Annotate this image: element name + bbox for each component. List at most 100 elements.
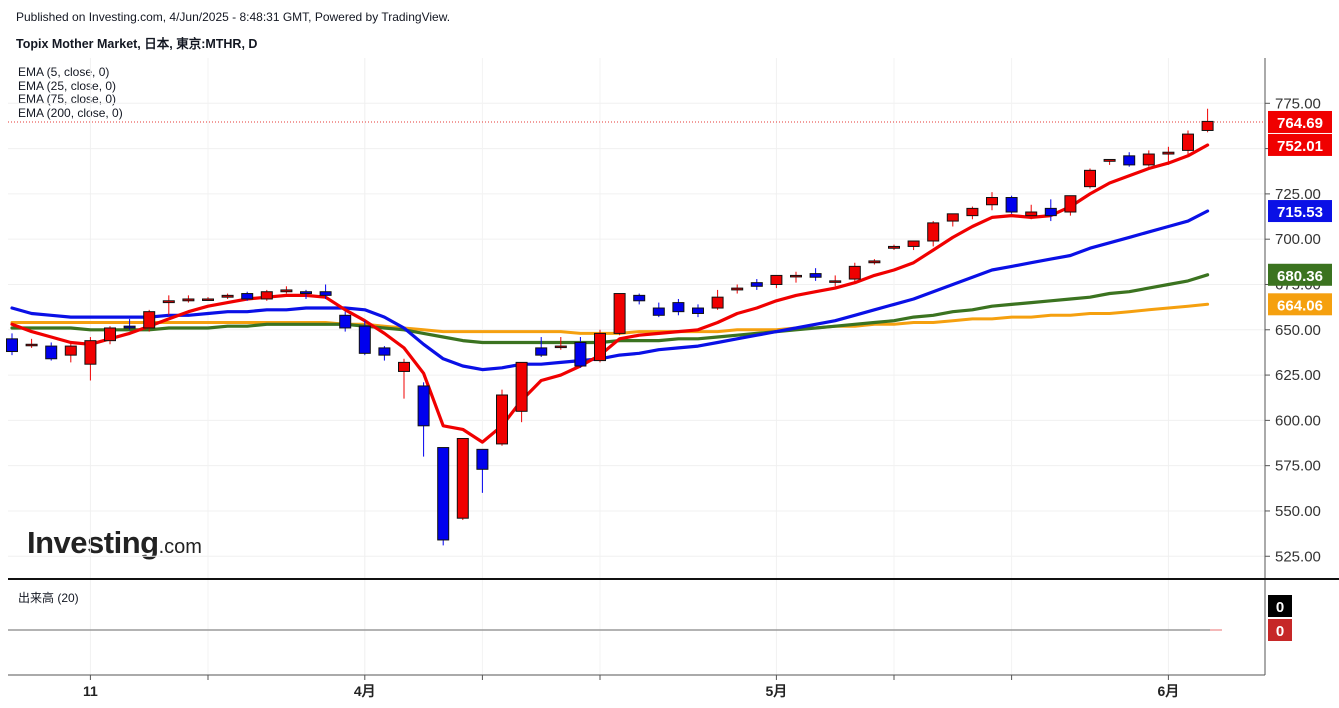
candle-body — [64, 345, 77, 356]
candle — [594, 329, 606, 363]
candle-body — [927, 222, 940, 242]
x-tick-label: 5月 — [766, 683, 788, 699]
candle-body — [260, 291, 273, 300]
candle-body — [770, 274, 783, 285]
price-chart[interactable]: 525.00550.00575.00600.00625.00650.00675.… — [0, 0, 1339, 708]
candle — [45, 342, 58, 361]
candle-body — [417, 385, 430, 427]
candle-body — [398, 361, 410, 372]
candle — [731, 284, 744, 294]
candle — [692, 304, 704, 318]
candle-body — [280, 289, 293, 293]
candle-body — [1064, 195, 1077, 213]
candle-body — [104, 327, 116, 342]
candle-body — [143, 311, 156, 329]
candle-body — [515, 361, 528, 412]
price-tag: 664.06 — [1268, 293, 1332, 316]
candle-body — [162, 300, 175, 304]
candle — [84, 337, 97, 381]
volume-tag: 0 — [1268, 619, 1292, 641]
price-tag: 715.53 — [1268, 200, 1332, 223]
candle — [6, 333, 18, 356]
candle — [202, 297, 214, 301]
candle-body — [45, 345, 58, 360]
candle — [1064, 195, 1077, 216]
candle — [927, 221, 940, 247]
candle — [25, 338, 38, 348]
candle-body — [496, 394, 508, 445]
candle — [1084, 168, 1096, 189]
candle — [809, 268, 822, 281]
candle-body — [1123, 155, 1136, 166]
candle-body — [358, 325, 371, 354]
candle — [476, 448, 489, 493]
x-tick-label: 11 — [83, 683, 98, 699]
candle — [907, 240, 920, 251]
candle-body — [535, 347, 548, 356]
candle-body — [711, 296, 724, 309]
candle — [378, 346, 391, 361]
candle-body — [868, 260, 881, 264]
price-tag-label: 664.06 — [1277, 297, 1323, 314]
candle-body — [1084, 169, 1096, 188]
candle-body — [1044, 207, 1057, 217]
candle-body — [1025, 211, 1038, 217]
price-tag-label: 680.36 — [1277, 268, 1323, 285]
candle — [613, 293, 626, 336]
ema5-line — [10, 143, 1210, 444]
candle-body — [300, 291, 312, 295]
candle-body — [25, 343, 38, 347]
candle-body — [123, 325, 136, 329]
candle-body — [790, 274, 802, 278]
candle — [339, 311, 352, 332]
candle-body — [731, 287, 744, 291]
candle-body — [241, 293, 254, 300]
candle — [1201, 108, 1214, 133]
candle — [162, 295, 175, 316]
candle — [652, 302, 665, 318]
price-tag-label: 715.53 — [1277, 204, 1323, 221]
candle — [986, 192, 998, 211]
candle — [535, 337, 548, 357]
candle-body — [829, 280, 842, 283]
x-tick-label: 6月 — [1158, 683, 1180, 699]
candle-body — [182, 298, 195, 302]
candle — [280, 286, 293, 294]
volume-tag-label: 0 — [1276, 623, 1284, 640]
candle-body — [1182, 133, 1194, 151]
candle-body — [907, 240, 920, 247]
candle — [1123, 152, 1136, 167]
candle — [790, 271, 802, 283]
price-tag-label: 764.69 — [1277, 115, 1323, 132]
candle — [888, 244, 900, 251]
candle-body — [319, 291, 332, 296]
candle — [143, 309, 156, 332]
candle — [104, 326, 116, 345]
candle-body — [1142, 153, 1155, 166]
candle-body — [750, 282, 763, 287]
candle-body — [1103, 158, 1116, 162]
y-tick-label: 775.00 — [1275, 95, 1321, 112]
candle-body — [888, 245, 900, 249]
candle — [437, 447, 450, 546]
candle-body — [613, 293, 626, 334]
y-tick-label: 650.00 — [1275, 322, 1321, 339]
price-tag-label: 752.01 — [1277, 138, 1323, 155]
candle-body — [809, 273, 822, 278]
candle-body — [672, 302, 685, 313]
volume-tag-label: 0 — [1276, 599, 1284, 616]
candle — [358, 320, 371, 356]
candle — [496, 389, 508, 446]
candle — [966, 206, 979, 220]
price-tag: 764.69 — [1268, 110, 1332, 133]
candle — [1044, 199, 1057, 222]
price-tag: 680.36 — [1268, 263, 1332, 286]
candle — [711, 289, 724, 310]
candle-body — [692, 307, 704, 314]
candle-body — [633, 294, 646, 302]
candle-body — [456, 437, 469, 519]
candle-body — [6, 338, 18, 353]
candle-body — [1162, 151, 1175, 155]
grid-lines — [8, 58, 1265, 675]
volume-tag: 0 — [1268, 595, 1292, 617]
